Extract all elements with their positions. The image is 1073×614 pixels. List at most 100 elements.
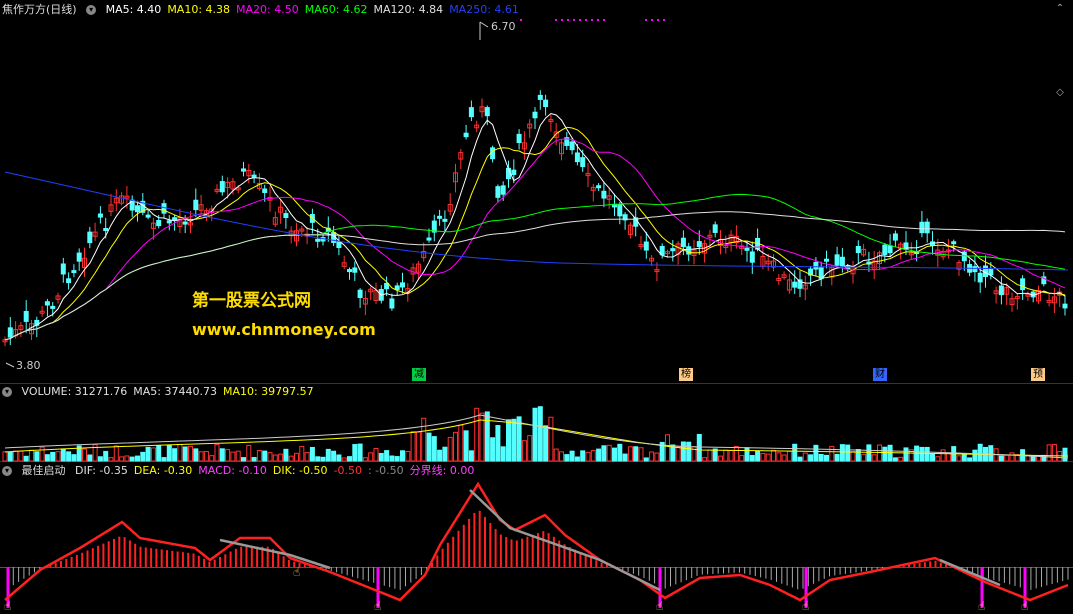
- candle: [516, 133, 522, 144]
- macd-lines: [4, 481, 1069, 602]
- volume-bar: [834, 453, 840, 462]
- candle: [511, 169, 517, 175]
- volume-bar: [961, 454, 967, 462]
- event-marker[interactable]: 预: [1031, 368, 1045, 381]
- high-arrow: [479, 21, 489, 40]
- volume-bar: [686, 441, 692, 462]
- volume-bar: [384, 450, 390, 462]
- volume-bar: [500, 446, 506, 462]
- high-price-label: 6.70: [491, 20, 516, 33]
- candle: [394, 285, 400, 291]
- volume-bar: [325, 448, 331, 462]
- volume-bar: [193, 448, 199, 462]
- volume-bar: [71, 454, 77, 462]
- candle: [813, 261, 819, 270]
- volume-bar: [272, 454, 278, 462]
- volume-bar: [940, 449, 946, 462]
- macd-legend-item: DIK: -0.50: [272, 464, 328, 477]
- diamond-icon[interactable]: ◇: [1055, 88, 1065, 98]
- event-marker[interactable]: 财: [873, 368, 887, 381]
- ma-line: [4, 112, 1066, 341]
- volume-bar: [622, 453, 628, 462]
- volume-bar: [283, 448, 289, 462]
- candle: [580, 157, 586, 168]
- volume-bar: [718, 455, 723, 462]
- chevron-down-icon[interactable]: ▾: [2, 466, 12, 476]
- volume-bar: [82, 448, 87, 462]
- volume-bar: [129, 456, 135, 462]
- ma250-line: [4, 171, 1069, 271]
- volume-bar: [97, 456, 103, 462]
- signal-dot: [585, 19, 587, 21]
- chevron-down-icon[interactable]: ▾: [2, 387, 12, 397]
- candle: [182, 221, 188, 225]
- volume-bar: [564, 454, 570, 462]
- volume-bar: [548, 416, 554, 462]
- volume-bar: [362, 457, 368, 462]
- moving-average-lines: [4, 112, 1069, 341]
- chevron-up-icon[interactable]: ⌃: [1055, 4, 1065, 14]
- candle: [400, 282, 405, 288]
- volume-bar: [627, 446, 633, 462]
- volume-bar: [580, 450, 586, 462]
- volume-bar: [230, 451, 236, 462]
- volume-bar: [341, 457, 347, 462]
- candle: [97, 213, 103, 218]
- candle: [696, 241, 702, 248]
- candle: [887, 245, 893, 254]
- volume-bar: [744, 447, 750, 462]
- candle: [484, 107, 490, 117]
- volume-bar: [378, 452, 384, 462]
- candle: [574, 152, 580, 163]
- volume-bar: [389, 455, 395, 462]
- volume-bar: [304, 452, 310, 462]
- signal-dot: [657, 19, 659, 21]
- event-marker[interactable]: 减: [412, 368, 426, 381]
- volume-bar: [156, 445, 162, 462]
- volume-bar: [882, 446, 888, 462]
- volume-bar: [749, 455, 755, 462]
- volume-bar: [861, 453, 867, 462]
- volume-bar: [262, 450, 268, 462]
- dif-line: [4, 481, 1069, 602]
- volume-bar: [203, 450, 209, 462]
- candle: [172, 217, 178, 221]
- volume-bar: [850, 451, 856, 462]
- volume-bar: [776, 452, 782, 462]
- candle: [500, 185, 506, 195]
- volume-bar: [707, 449, 713, 462]
- chevron-down-icon[interactable]: ▾: [86, 5, 97, 15]
- volume-bar: [543, 425, 549, 462]
- ma-line: [4, 211, 1066, 341]
- candle: [988, 268, 994, 276]
- volume-bar: [792, 443, 798, 462]
- hand-pointer-icon: ☝: [978, 599, 985, 613]
- volume-bar: [405, 450, 411, 462]
- volume-bar: [2, 451, 8, 462]
- volume-bar: [649, 451, 655, 462]
- volume-legend-item: MA5: 37440.73: [133, 385, 217, 398]
- volume-bar: [225, 449, 231, 462]
- chart-canvas[interactable]: ☝ ☝ ☝ ☝ ☝ ☝ ☝: [0, 0, 1073, 614]
- volume-bar: [638, 447, 644, 462]
- candle: [241, 168, 246, 172]
- candle: [315, 238, 321, 242]
- candle: [670, 248, 676, 252]
- volume-bar: [320, 456, 326, 462]
- volume-bar: [18, 450, 24, 462]
- candle: [601, 190, 607, 199]
- volume-bar: [309, 446, 315, 462]
- candle: [924, 221, 930, 234]
- volume-bar: [172, 448, 178, 462]
- candle: [643, 241, 649, 251]
- volume-bar: [845, 444, 851, 462]
- volume-bar: [702, 457, 708, 462]
- event-marker[interactable]: 榜: [679, 368, 693, 381]
- volume-bar: [484, 411, 490, 462]
- volume-bar: [288, 455, 294, 462]
- candle: [463, 132, 469, 138]
- stock-title: 焦作万方(日线): [2, 3, 77, 16]
- volume-bar: [198, 451, 204, 462]
- volume-bar: [606, 444, 612, 462]
- candle: [532, 111, 538, 119]
